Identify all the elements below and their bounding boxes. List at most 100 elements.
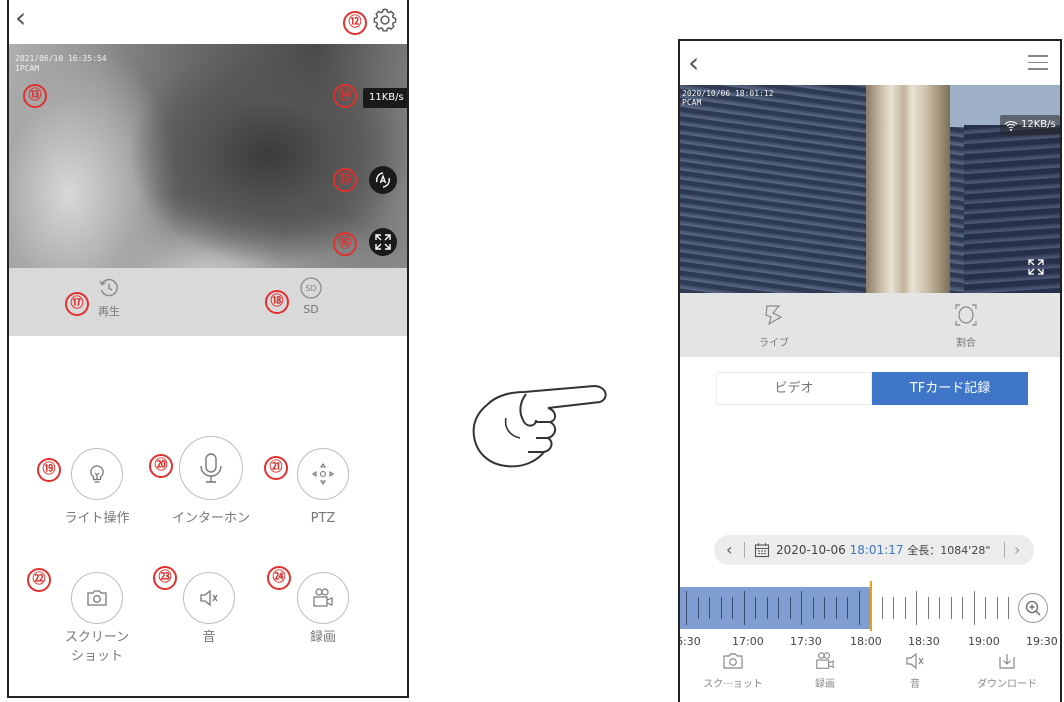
top-bar: ‹ (680, 41, 1060, 85)
aspect-ratio-icon (955, 304, 977, 326)
calendar-icon[interactable] (754, 542, 770, 558)
timeline-zoom-button[interactable] (1018, 593, 1048, 623)
lightbulb-icon (90, 465, 104, 483)
timeline-tick (755, 597, 756, 619)
auto-rotate-icon (376, 172, 390, 188)
callout-18: ⑱ (265, 290, 289, 314)
bottom-toolbar: スク···ョット 録画 音 ダウンロード (680, 649, 1060, 702)
callout-22: ㉒ (27, 568, 51, 592)
divider (744, 542, 745, 558)
timeline-tick (835, 597, 837, 619)
tab-aspect-ratio[interactable]: 割合 (936, 303, 996, 349)
total-duration: 全長：1084'28" (907, 544, 991, 557)
bottom-sound-button[interactable]: 音 (870, 651, 960, 690)
timeline-label: 17:00 (732, 635, 764, 648)
tab-sd-label: SD (303, 303, 319, 316)
next-day-button[interactable]: › (1014, 540, 1020, 559)
screenshot-button[interactable] (71, 572, 123, 624)
callout-19: ⑲ (37, 458, 61, 482)
timeline-tick (985, 597, 986, 619)
svg-text:SD: SD (305, 284, 316, 293)
timeline-tick (1008, 597, 1009, 619)
osd-camera-name: PCAM (682, 98, 702, 107)
left-phone-screen: ‹ ⑫ 2021/06/10 16:35:54 IPCAM ⑬ ⑭ 11KB/s… (7, 0, 409, 698)
auto-rotate-button[interactable] (369, 166, 397, 194)
speaker-mute-icon (200, 589, 218, 607)
timeline-tick (789, 597, 791, 619)
osd-camera-name: IPCAM (15, 64, 40, 73)
video-record-icon (313, 588, 333, 607)
tab-aspect-ratio-label: 割合 (956, 338, 976, 349)
callout-15: ⑮ (333, 168, 357, 192)
ptz-button[interactable] (297, 448, 349, 500)
segment-video[interactable]: ビデオ (716, 372, 872, 405)
microphone-icon (200, 453, 222, 483)
callout-23: ㉓ (153, 566, 177, 590)
segment-tf-card-recording[interactable]: TFカード記録 (872, 372, 1028, 405)
fullscreen-icon[interactable] (1026, 257, 1046, 277)
recording-timeline[interactable] (680, 581, 1060, 631)
wifi-icon (1004, 121, 1018, 131)
prev-day-button[interactable]: ‹ (726, 540, 732, 559)
timeline-tick (824, 597, 825, 619)
playback-video-feed[interactable]: 2020/10/06 18:01:12 PCAM 12KB/s (680, 85, 1060, 293)
back-arrow-icon[interactable]: ‹ (15, 4, 26, 32)
timeline-tick (743, 591, 745, 625)
timeline-label: 6:30 (678, 635, 701, 648)
timeline-tick (732, 597, 733, 619)
bottom-screenshot-label: スク···ョット (703, 679, 763, 690)
callout-24: ㉔ (267, 566, 291, 590)
tab-live[interactable]: ライブ (744, 303, 804, 349)
top-bar: ‹ ⑫ (9, 0, 407, 42)
timeline-tick (893, 597, 894, 619)
bottom-sound-label: 音 (910, 679, 920, 690)
tab-playback[interactable]: 再生 (89, 276, 129, 319)
gear-icon[interactable] (371, 6, 399, 34)
timeline-tick (904, 597, 906, 619)
intercom-button[interactable] (179, 436, 243, 500)
fullscreen-button[interactable] (369, 228, 397, 256)
callout-20: ⑳ (149, 454, 173, 478)
ptz-icon (312, 463, 334, 485)
timeline-tick (939, 597, 940, 619)
live-video-feed[interactable]: 2021/06/10 16:35:54 IPCAM ⑬ ⑭ 11KB/s ⑮ ⑯ (9, 44, 407, 268)
fullscreen-icon (375, 234, 391, 250)
intercom-label: インターホン (171, 511, 250, 526)
bottom-screenshot-button[interactable]: スク···ョット (688, 651, 778, 690)
light-control-button[interactable] (71, 448, 123, 500)
timeline-tick (847, 597, 848, 619)
timeline-tick (881, 597, 883, 619)
callout-12: ⑫ (343, 11, 367, 35)
tab-sd[interactable]: SD SD (291, 276, 331, 316)
timeline-tick (720, 597, 722, 619)
timeline-tick (697, 597, 699, 619)
sd-card-icon: SD (300, 277, 322, 299)
mode-tabs: ライブ 割合 (680, 293, 1060, 357)
callout-16: ⑯ (333, 232, 357, 256)
bottom-download-button[interactable]: ダウンロード (962, 651, 1052, 690)
download-icon (999, 654, 1015, 669)
playhead-cursor[interactable] (870, 581, 872, 631)
timeline-tick (927, 597, 929, 619)
date-readout: 2020-10-06 18:01:17 全長：1084'28" (776, 542, 990, 558)
timeline-tick (858, 591, 860, 625)
record-button[interactable] (297, 572, 349, 624)
menu-icon[interactable] (1028, 55, 1048, 71)
timeline-tick (996, 597, 998, 619)
callout-21: ㉑ (264, 456, 288, 480)
osd-timestamp: 2021/06/10 16:35:54 (15, 54, 107, 63)
timeline-label: 17:30 (790, 635, 822, 648)
timeline-tick (973, 591, 975, 625)
timeline-tick (950, 597, 952, 619)
bottom-record-button[interactable]: 録画 (780, 651, 870, 690)
timeline-tick (766, 597, 768, 619)
record-label: 録画 (309, 630, 336, 645)
callout-14: ⑭ (333, 84, 357, 108)
video-scene-door (866, 85, 950, 293)
osd-timestamp: 2020/10/06 18:01:12 (682, 89, 774, 98)
bottom-download-label: ダウンロード (977, 679, 1037, 690)
back-arrow-icon[interactable]: ‹ (688, 49, 699, 77)
sound-button[interactable] (183, 572, 235, 624)
selected-date: 2020-10-06 (776, 543, 846, 557)
pointing-hand-icon (472, 384, 607, 468)
